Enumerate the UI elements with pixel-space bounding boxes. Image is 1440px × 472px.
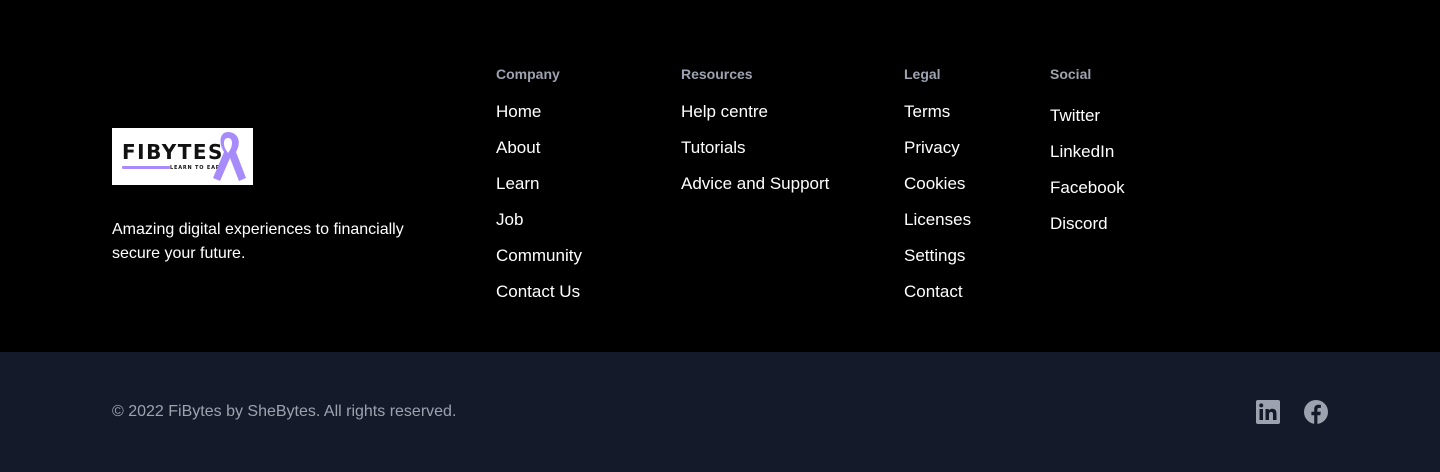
footer-link-settings[interactable]: Settings — [904, 244, 965, 268]
footer-link-linkedin[interactable]: LinkedIn — [1050, 140, 1114, 164]
footer-link-advice-and-support[interactable]: Advice and Support — [681, 172, 829, 196]
column-heading-social: Social — [1050, 66, 1092, 82]
fibytes-logo[interactable]: FIBYTES LEARN TO EARN — [112, 128, 253, 185]
site-footer: FIBYTES LEARN TO EARN Amazing digital ex… — [0, 0, 1440, 472]
brand-description: Amazing digital experiences to financial… — [112, 221, 404, 262]
footer-link-community[interactable]: Community — [496, 244, 582, 268]
footer-link-help-centre[interactable]: Help centre — [681, 100, 768, 124]
footer-link-twitter[interactable]: Twitter — [1050, 104, 1100, 128]
footer-link-facebook[interactable]: Facebook — [1050, 176, 1125, 200]
footer-column-legal: Legal Terms Privacy Cookies Licenses Set… — [904, 66, 971, 316]
facebook-icon[interactable] — [1304, 400, 1328, 424]
footer-link-contact-us[interactable]: Contact Us — [496, 280, 580, 304]
footer-top: FIBYTES LEARN TO EARN Amazing digital ex… — [0, 0, 1440, 352]
footer-column-resources: Resources Help centre Tutorials Advice a… — [681, 66, 829, 208]
footer-link-job[interactable]: Job — [496, 208, 523, 232]
column-heading-resources: Resources — [681, 66, 753, 82]
column-heading-company: Company — [496, 66, 560, 82]
footer-bottom-bar: © 2022 FiBytes by SheBytes. All rights r… — [0, 352, 1440, 472]
footer-link-licenses[interactable]: Licenses — [904, 208, 971, 232]
footer-link-discord[interactable]: Discord — [1050, 212, 1108, 236]
social-icon-group — [1256, 400, 1328, 424]
copyright-text: © 2022 FiBytes by SheBytes. All rights r… — [112, 403, 457, 420]
footer-column-social: Social Twitter LinkedIn Facebook Discord — [1050, 66, 1125, 248]
ribbon-icon — [213, 132, 246, 181]
footer-link-home[interactable]: Home — [496, 100, 541, 124]
footer-link-tutorials[interactable]: Tutorials — [681, 136, 746, 160]
footer-link-learn[interactable]: Learn — [496, 172, 539, 196]
footer-link-cookies[interactable]: Cookies — [904, 172, 965, 196]
linkedin-icon[interactable] — [1256, 400, 1280, 424]
footer-link-privacy[interactable]: Privacy — [904, 136, 960, 160]
footer-link-about[interactable]: About — [496, 136, 540, 160]
logo-underline — [122, 166, 170, 169]
column-heading-legal: Legal — [904, 66, 941, 82]
footer-link-contact[interactable]: Contact — [904, 280, 963, 304]
footer-link-terms[interactable]: Terms — [904, 100, 950, 124]
footer-column-company: Company Home About Learn Job Community C… — [496, 66, 582, 316]
